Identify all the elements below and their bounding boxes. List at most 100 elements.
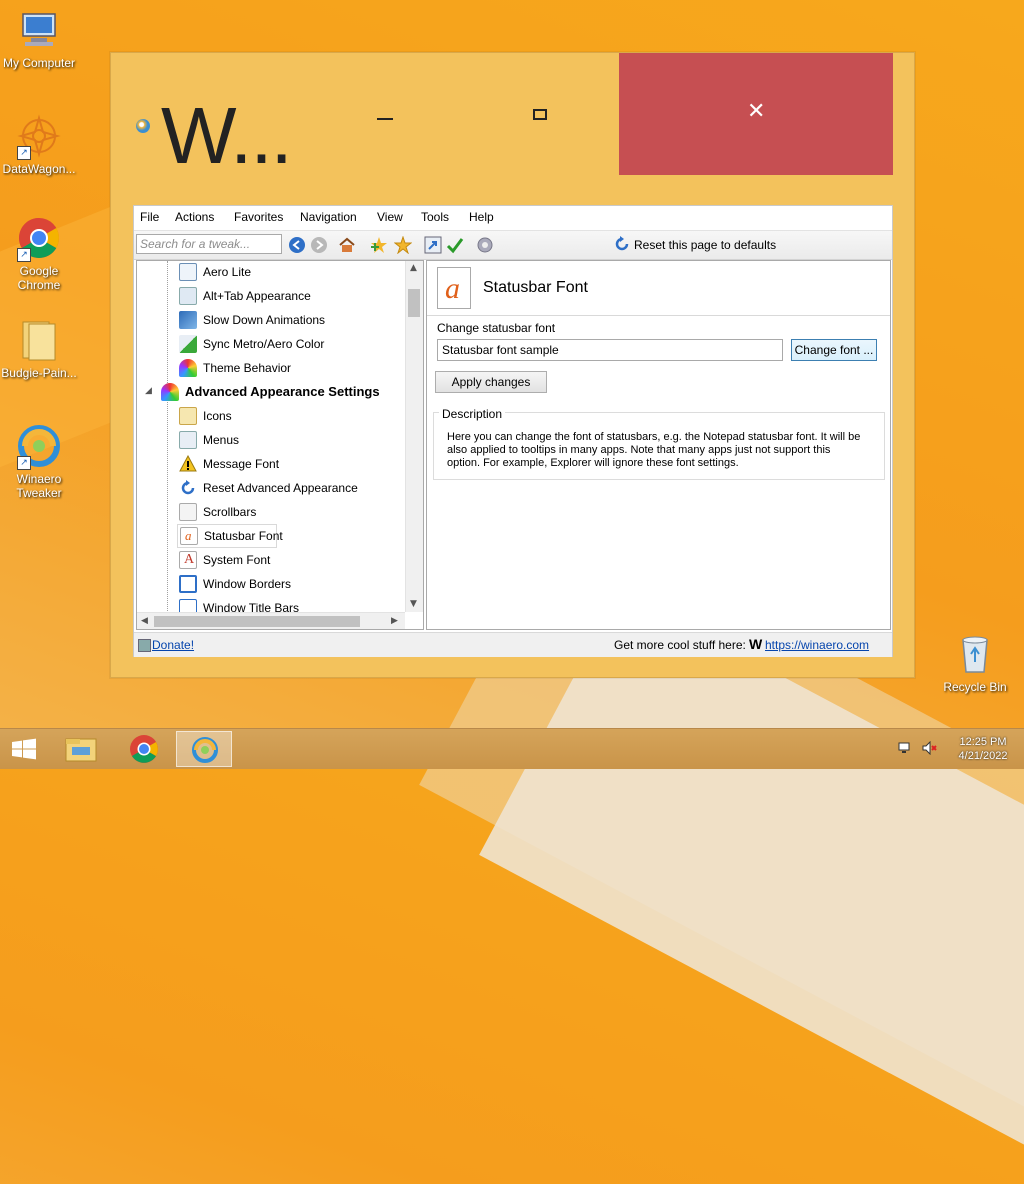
scroll-thumb[interactable] (408, 289, 420, 317)
tree-item-statusbar-font[interactable]: a Statusbar Font (177, 524, 283, 548)
shortcut-icon[interactable] (424, 236, 442, 254)
desktop-icon-winaero-tweaker[interactable]: ↗ Winaero Tweaker (0, 424, 78, 500)
volume-muted-icon[interactable] (922, 740, 938, 756)
maximize-button[interactable] (523, 101, 559, 131)
menu-file[interactable]: File (140, 210, 159, 224)
forward-icon[interactable] (310, 236, 328, 254)
change-font-button[interactable]: Change font ... (791, 339, 877, 361)
menu-help[interactable]: Help (469, 210, 494, 224)
add-favorite-icon[interactable] (370, 236, 388, 254)
app-client-area: File Actions Favorites Navigation View T… (133, 205, 893, 657)
desktop-icon-label: Winaero Tweaker (16, 472, 62, 500)
menu-favorites[interactable]: Favorites (234, 210, 283, 224)
font-sample-field[interactable]: Statusbar font sample (437, 339, 783, 361)
minimize-button[interactable] (367, 105, 403, 135)
file-explorer-icon (65, 738, 97, 762)
desktop-icon-google-chrome[interactable]: ↗ Google Chrome (0, 216, 78, 292)
more-stuff-label: Get more cool stuff here: (614, 638, 746, 652)
shortcut-arrow-icon: ↗ (17, 146, 31, 160)
app-icon (136, 119, 150, 133)
scrollbars-icon (179, 503, 197, 521)
winaero-tweaker-window: W... ✕ File Actions Favorites Navigation… (110, 52, 915, 678)
tweak-panel: a Statusbar Font Change statusbar font S… (426, 260, 891, 630)
chrome-icon (130, 735, 158, 763)
desktop-icon-label: Recycle Bin (943, 680, 1007, 694)
panel-title: Statusbar Font (483, 279, 588, 296)
menu-navigation[interactable]: Navigation (300, 210, 357, 224)
change-font-label: Change statusbar font (437, 321, 556, 335)
settings-gear-icon[interactable] (476, 236, 494, 254)
reset-arrow-icon (614, 236, 630, 252)
scroll-right-arrow-icon[interactable]: ▶ (391, 616, 398, 626)
apply-changes-button[interactable]: Apply changes (435, 371, 547, 393)
back-icon[interactable] (288, 236, 306, 254)
description-text: Here you can change the font of statusba… (447, 431, 861, 469)
menu-bar: File Actions Favorites Navigation View T… (134, 206, 892, 228)
system-clock[interactable]: 12:25 PM 4/21/2022 (948, 735, 1018, 763)
desktop-icon-my-computer[interactable]: My Computer (0, 8, 78, 70)
color-sync-icon (179, 335, 197, 353)
statusbar-font-icon: a (437, 267, 471, 309)
winaero-logo-icon: W (749, 636, 763, 652)
scroll-down-arrow-icon[interactable]: ▼ (410, 599, 417, 609)
statusbar-font-icon: a (180, 527, 198, 545)
start-button[interactable] (0, 731, 56, 767)
apply-check-icon[interactable] (446, 236, 464, 254)
datawagon-icon: ↗ (17, 114, 61, 160)
collapse-arrow-icon[interactable]: ◢ (145, 386, 152, 396)
search-input[interactable]: Search for a tweak... (136, 234, 282, 254)
winaero-icon (192, 737, 218, 763)
window-icon (179, 263, 197, 281)
menu-tools[interactable]: Tools (421, 210, 449, 224)
home-icon[interactable] (338, 236, 356, 254)
animation-icon (179, 311, 197, 329)
network-icon[interactable] (898, 741, 914, 755)
scroll-left-arrow-icon[interactable]: ◀ (141, 616, 148, 626)
taskbar-google-chrome[interactable] (116, 731, 172, 767)
desktop-icon-label: DataWagon... (2, 162, 76, 176)
desktop-icon-budgie-folder[interactable]: Budgie-Pain... (0, 318, 78, 380)
windows-logo-icon (12, 738, 36, 760)
computer-icon (17, 8, 61, 52)
reset-page-label: Reset this page to defaults (634, 238, 777, 252)
taskbar: 12:25 PM 4/21/2022 (0, 728, 1024, 769)
winaero-link[interactable]: https://winaero.com (765, 638, 869, 652)
menu-actions[interactable]: Actions (175, 210, 214, 224)
warning-icon (179, 454, 197, 473)
scroll-thumb[interactable] (154, 616, 360, 627)
icons-icon (179, 407, 197, 425)
desktop-icon-datawagon[interactable]: ↗ DataWagon... (0, 114, 78, 176)
close-button[interactable]: ✕ (619, 53, 893, 175)
toolbar: Search for a tweak... Reset this page to… (134, 230, 892, 260)
scroll-up-arrow-icon[interactable]: ▲ (410, 263, 417, 273)
window-borders-icon (179, 575, 197, 593)
folder-icon (17, 318, 61, 362)
tree-guide-line (167, 261, 169, 629)
divider (427, 315, 890, 316)
taskbar-winaero-tweaker[interactable] (176, 731, 232, 767)
favorites-star-icon[interactable] (393, 235, 413, 255)
alt-tab-icon (179, 287, 197, 305)
donate-icon (138, 639, 151, 652)
chrome-icon: ↗ (17, 216, 61, 262)
tweak-tree: Aero Lite Alt+Tab Appearance Slow Down A… (136, 260, 424, 630)
desktop-icon-label: Google Chrome (17, 264, 61, 292)
tree-vertical-scrollbar[interactable]: ▲ ▼ (405, 261, 423, 612)
recycle-bin-icon (953, 632, 997, 676)
taskbar-file-explorer[interactable] (54, 731, 110, 767)
reset-arrow-icon (179, 479, 197, 497)
winaero-icon: ↗ (17, 424, 61, 470)
palette-icon (161, 383, 179, 401)
donate-link[interactable]: Donate! (152, 638, 194, 652)
desktop-icon-recycle-bin[interactable]: Recycle Bin (936, 632, 1014, 694)
desktop-icon-label: Budgie-Pain... (1, 366, 77, 380)
close-icon: ✕ (747, 99, 766, 124)
menu-view[interactable]: View (377, 210, 403, 224)
window-title: W... (161, 91, 293, 180)
desktop-icon-label: My Computer (2, 56, 76, 70)
palette-icon (179, 359, 197, 377)
shortcut-arrow-icon: ↗ (17, 248, 31, 262)
clock-time: 12:25 PM (959, 736, 1007, 748)
status-bar: Donate! Get more cool stuff here: W http… (134, 632, 892, 657)
tree-horizontal-scrollbar[interactable]: ◀ ▶ (137, 612, 405, 629)
